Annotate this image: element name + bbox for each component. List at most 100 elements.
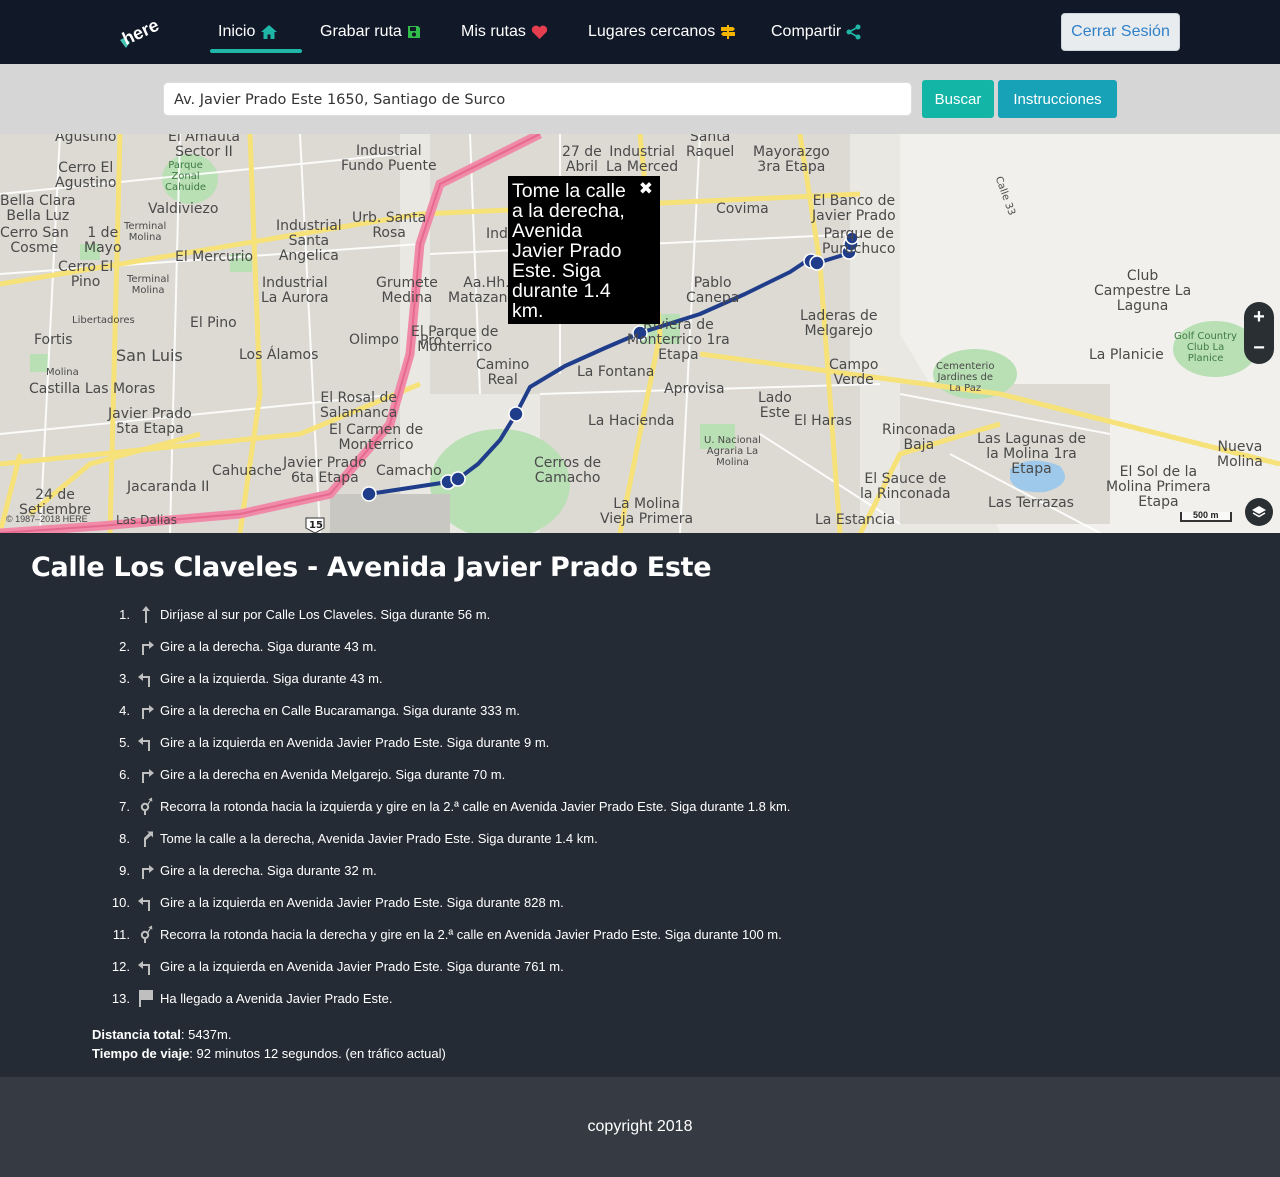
map-label: Cerro El Agustino <box>55 160 117 191</box>
map-label: 1 de Mayo <box>84 225 122 256</box>
map-label: Castilla Las Moras <box>29 381 156 397</box>
arrow-straight-icon <box>136 604 156 624</box>
step-number: 1. <box>119 606 130 622</box>
map-label: Los Álamos <box>239 347 319 363</box>
route-summary: Distancia total: 5437m. Tiempo de viaje:… <box>92 1025 446 1063</box>
map-label: Cerro San Cosme <box>0 225 69 256</box>
turn-left-icon <box>136 668 156 688</box>
nav-mis-rutas[interactable]: Mis rutas <box>461 0 548 64</box>
step-text: Gire a la izquierda en Avenida Javier Pr… <box>160 958 564 974</box>
step-number: 12. <box>111 958 130 974</box>
address-search-input[interactable]: Av. Javier Prado Este 1650, Santiago de … <box>163 82 912 116</box>
step-text: Gire a la derecha. Siga durante 32 m. <box>160 862 377 878</box>
map-label: Las Dalias <box>116 513 177 527</box>
nav-lugares-cercanos-label: Lugares cercanos <box>588 23 716 40</box>
map-label: Santa Raquel <box>686 134 735 160</box>
map-label: Grumete Medina <box>376 275 438 306</box>
step-number: 6. <box>119 766 130 782</box>
step-text: Gire a la derecha en Avenida Melgarejo. … <box>160 766 506 782</box>
map-label: El Haras <box>794 413 852 429</box>
map-label: Cerros de Camacho <box>534 455 602 486</box>
map-label: Industrial Fundo Puente <box>341 143 437 174</box>
highway-number-label: 15 <box>309 520 323 531</box>
map-label: Laderas de Melgarejo <box>800 308 878 339</box>
nav-lugares-cercanos[interactable]: Lugares cercanos <box>588 0 736 64</box>
map-label: Industrial Santa Angelica <box>276 218 342 264</box>
route-step: 6. Gire a la derecha en Avenida Melgarejo… <box>0 758 1000 790</box>
nav-inicio-label: Inicio <box>218 23 256 40</box>
total-distance: Distancia total: 5437m. <box>92 1025 446 1044</box>
home-icon <box>260 24 278 40</box>
map-label: Riviera de Monterrico 1ra Etapa <box>627 317 730 363</box>
layers-icon[interactable] <box>1245 498 1273 526</box>
search-button[interactable]: Buscar <box>922 80 994 118</box>
map-label: Fortis <box>34 332 73 348</box>
zoom-in-button[interactable]: + <box>1253 306 1265 329</box>
logout-button[interactable]: Cerrar Sesión <box>1061 13 1180 51</box>
nav-inicio[interactable]: Inicio <box>218 0 278 64</box>
map-label: Covima <box>716 201 769 217</box>
map-label: Molina <box>46 367 79 378</box>
share-icon <box>846 24 861 40</box>
route-step: 11. Recorra la rotonda hacia la derecha y… <box>0 918 1000 950</box>
map-label: Terminal Molina <box>127 274 170 296</box>
map-label: Agustino <box>55 134 117 145</box>
turn-right-icon <box>136 860 156 880</box>
map-label: Lado Este <box>758 390 792 421</box>
nav-active-indicator <box>210 49 302 53</box>
route-step: 2. Gire a la derecha. Siga durante 43 m. <box>0 630 1000 662</box>
route-map[interactable]: Agustino El Amauta Sector II Industrial … <box>0 134 1280 533</box>
map-label: Urb. Santa Rosa <box>352 210 427 241</box>
map-label: Parque Zonal Cahuide <box>165 160 207 193</box>
nav-mis-rutas-label: Mis rutas <box>461 23 526 40</box>
nav-compartir[interactable]: Compartir <box>771 0 861 64</box>
route-instructions-panel: Calle Los Claveles - Avenida Javier Prad… <box>0 533 1280 1077</box>
route-title: Calle Los Claveles - Avenida Javier Prad… <box>31 552 712 583</box>
map-label: Camino Real <box>476 357 530 388</box>
step-number: 5. <box>119 734 130 750</box>
footer-copyright: copyright 2018 <box>587 1118 693 1135</box>
close-icon[interactable]: ✖ <box>639 179 653 199</box>
map-label: Club Campestre La Laguna <box>1094 268 1192 314</box>
map-label: Aprovisa <box>664 381 725 397</box>
map-label: El Sol de la Molina Primera Etapa <box>1106 464 1211 510</box>
step-text: Recorra la rotonda hacia la derecha y gi… <box>160 926 782 942</box>
step-text: Gire a la izquierda. Siga durante 43 m. <box>160 670 383 686</box>
zoom-out-button[interactable]: − <box>1253 337 1265 360</box>
map-label: Terminal Molina <box>124 221 167 243</box>
roundabout-icon <box>136 924 156 944</box>
step-number: 4. <box>119 702 130 718</box>
step-text: Tome la calle a la derecha, Avenida Javi… <box>160 830 598 846</box>
map-label: La Molina Vieja Primera <box>600 496 694 527</box>
heart-icon <box>531 25 548 40</box>
map-label: Rinconada Baja <box>882 422 956 453</box>
step-text: Ha llegado a Avenida Javier Prado Este. <box>160 990 393 1006</box>
map-label: El Carmen de Monterrico <box>329 422 424 453</box>
map-label: Olimpo <box>349 332 399 348</box>
time-value: : 92 minutos 12 segundos. (en tráfico ac… <box>189 1046 446 1061</box>
nav-grabar-ruta[interactable]: Grabar ruta <box>320 0 421 64</box>
turn-right-icon <box>136 700 156 720</box>
map-label: Javier Prado 5ta Etapa <box>108 406 192 437</box>
map-zoom-control: + − <box>1244 302 1274 364</box>
map-label: Pablo Canepa <box>686 275 740 306</box>
route-step: 8. Tome la calle a la derecha, Avenida Ja… <box>0 822 1000 854</box>
map-label: La Planicie <box>1089 347 1164 363</box>
map-label: Cerro El Pino <box>58 259 114 290</box>
route-step: 3. Gire a la izquierda. Siga durante 43 m… <box>0 662 1000 694</box>
map-label: Las Lagunas de la Molina 1ra Etapa <box>977 431 1086 477</box>
turn-left-icon <box>136 732 156 752</box>
route-step: 1. Diríjase al sur por Calle Los Claveles… <box>0 598 1000 630</box>
footer: copyright 2018 <box>0 1077 1280 1177</box>
step-number: 7. <box>119 798 130 814</box>
step-number: 11. <box>112 926 130 942</box>
map-label: Ind <box>486 226 508 242</box>
map-label: Bella Clara Bella Luz <box>0 193 76 224</box>
route-step: 10. Gire a la izquierda en Avenida Javier… <box>0 886 1000 918</box>
here-logo[interactable]: here <box>116 14 164 52</box>
floppy-disk-icon <box>407 25 421 39</box>
instructions-button[interactable]: Instrucciones <box>998 80 1117 118</box>
step-number: 10. <box>111 894 130 910</box>
step-text: Gire a la derecha en Calle Bucaramanga. … <box>160 702 520 718</box>
map-label: El Rosal de Salamanca <box>320 390 398 421</box>
